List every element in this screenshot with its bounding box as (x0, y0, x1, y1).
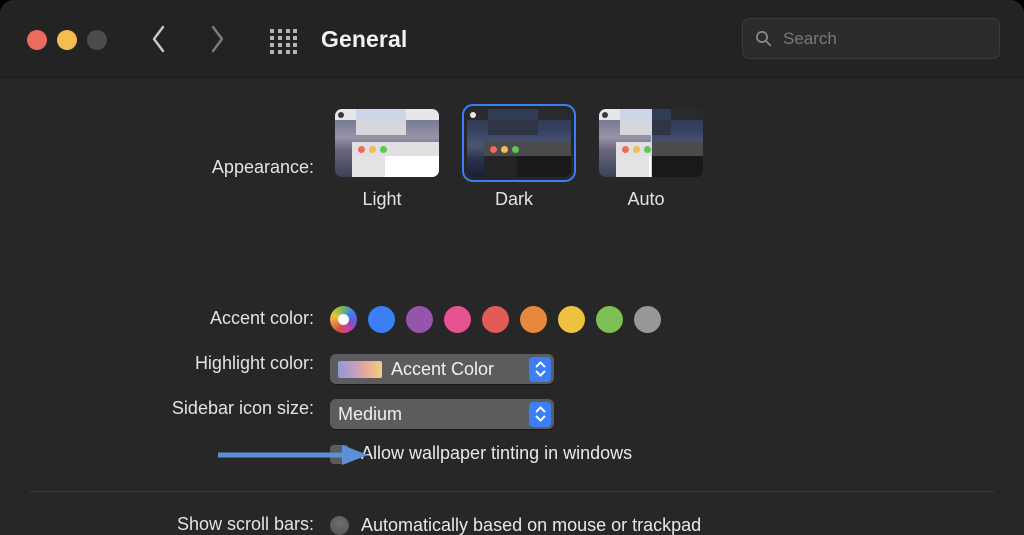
minimize-button[interactable] (57, 30, 77, 50)
traffic-light-buttons (27, 30, 107, 50)
scroll-bars-row: Show scroll bars: Automatically based on… (0, 515, 701, 535)
chevron-down-icon (535, 415, 545, 422)
chevron-down-icon (535, 370, 545, 377)
accent-color-row: Accent color: (0, 306, 661, 333)
grid-apps-icon[interactable] (270, 29, 298, 54)
accent-swatch-pink[interactable] (444, 306, 471, 333)
accent-swatch-multicolor[interactable] (330, 306, 357, 333)
accent-swatch-green[interactable] (596, 306, 623, 333)
accent-color-label: Accent color: (209, 308, 314, 328)
selected-indicator (338, 314, 349, 325)
highlight-color-row: Highlight color: Accent Color (0, 354, 554, 384)
accent-swatch-purple[interactable] (406, 306, 433, 333)
chevron-left-icon[interactable] (148, 22, 170, 56)
accent-swatch-blue[interactable] (368, 306, 395, 333)
stepper-arrows-icon[interactable] (529, 356, 551, 382)
highlight-color-label: Highlight color: (194, 353, 314, 373)
appearance-thumbnail-auto (599, 109, 703, 177)
appearance-option-label: Light (362, 189, 402, 209)
search-icon (756, 31, 772, 47)
navigation-buttons (148, 22, 228, 56)
appearance-row: Appearance: Light Dark Auto (0, 104, 703, 210)
highlight-color-value: Accent Color (391, 358, 495, 379)
appearance-option-label: Auto (627, 189, 665, 209)
appearance-option-label: Dark (494, 189, 533, 209)
annotation-arrow (218, 445, 368, 465)
appearance-options: Light Dark Auto (330, 104, 703, 210)
appearance-thumbnail-light (335, 109, 439, 177)
accent-swatch-graphite[interactable] (634, 306, 661, 333)
chevron-up-icon (535, 361, 545, 368)
sidebar-icon-size-select[interactable]: Medium (330, 399, 554, 429)
appearance-option-dark[interactable]: Dark (462, 104, 576, 210)
appearance-option-auto[interactable]: Auto (594, 104, 703, 210)
highlight-color-select[interactable]: Accent Color (330, 354, 554, 384)
radio-label: Automatically based on mouse or trackpad (361, 515, 702, 535)
appearance-thumbnail-dark (467, 109, 571, 177)
appearance-label: Appearance: (211, 157, 314, 177)
radio-button[interactable] (330, 516, 349, 535)
close-button[interactable] (27, 30, 47, 50)
chevron-right-icon[interactable] (206, 22, 228, 56)
wallpaper-tinting-label: Allow wallpaper tinting in windows (361, 443, 633, 463)
chevron-up-icon (535, 406, 545, 413)
section-divider (30, 491, 994, 492)
zoom-button (87, 30, 107, 50)
accent-swatch-red[interactable] (482, 306, 509, 333)
scroll-bars-option-automatic[interactable]: Automatically based on mouse or trackpad (330, 515, 701, 535)
stepper-arrows-icon[interactable] (529, 401, 551, 427)
sidebar-icon-size-value: Medium (338, 403, 403, 424)
search-input[interactable] (783, 28, 973, 49)
search-field[interactable] (742, 18, 1000, 59)
sidebar-icon-size-label: Sidebar icon size: (171, 398, 314, 418)
page-title: General (321, 26, 408, 52)
accent-swatch-yellow[interactable] (558, 306, 585, 333)
scroll-bars-label: Show scroll bars: (176, 514, 314, 534)
scroll-bars-radio-group: Automatically based on mouse or trackpad… (330, 515, 701, 535)
highlight-gradient-swatch (338, 360, 382, 378)
appearance-option-light[interactable]: Light (330, 104, 439, 210)
system-preferences-window: General Appearance: (0, 0, 1024, 535)
accent-swatch-orange[interactable] (520, 306, 547, 333)
accent-color-swatches (330, 306, 661, 333)
sidebar-icon-size-row: Sidebar icon size: Medium (0, 399, 554, 429)
window-titlebar: General (0, 0, 1024, 78)
settings-content: Appearance: Light Dark Auto Accent color… (0, 78, 1024, 535)
